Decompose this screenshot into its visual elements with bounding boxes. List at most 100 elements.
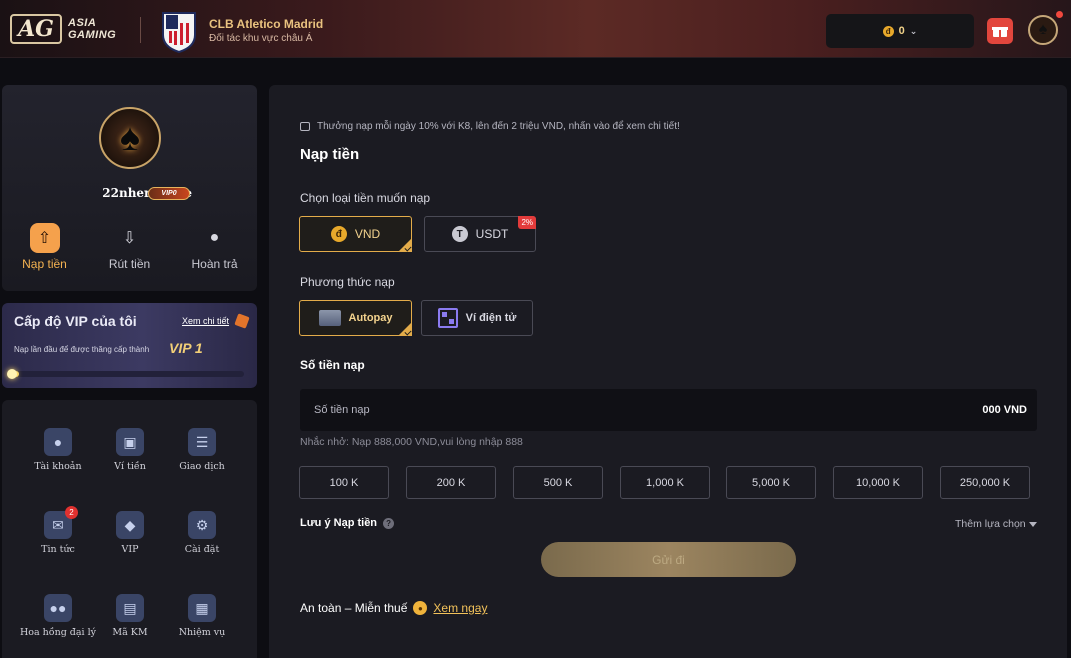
- wallet-icon: ▣: [116, 428, 144, 456]
- vip-details-link[interactable]: Xem chi tiết: [182, 316, 229, 326]
- rebate-action-label: Hoàn trả: [191, 257, 238, 271]
- vip-upgrade-tip: Nạp lần đầu để được thăng cấp thành: [14, 345, 150, 354]
- amount-section-label: Số tiền nạp: [300, 358, 365, 372]
- menu-news-label: Tin tức: [41, 544, 75, 555]
- menu-mission[interactable]: ▦ Nhiệm vụ: [162, 594, 242, 638]
- settings-icon: ⚙: [188, 511, 216, 539]
- account-menu: ● Tài khoản ▣ Ví tiền ☰ Giao dịch ✉ 2 Ti…: [2, 400, 257, 658]
- menu-mission-label: Nhiệm vụ: [178, 627, 226, 638]
- menu-news[interactable]: ✉ 2 Tin tức: [18, 506, 98, 555]
- usdt-coin-icon: T: [451, 226, 468, 242]
- withdraw-action-label: Rút tiền: [108, 257, 151, 271]
- balance-dropdown[interactable]: đ 0 ⌄: [826, 14, 974, 48]
- withdraw-action[interactable]: ⇩ Rút tiền: [87, 223, 172, 271]
- amount-input[interactable]: Số tiền nạp 000 VND: [300, 389, 1037, 431]
- profile-avatar: ♠: [99, 107, 161, 169]
- page-title: Nạp tiền: [300, 146, 360, 163]
- spade-icon: ♠: [119, 116, 141, 159]
- usdt-bonus-tag: 2%: [518, 216, 536, 229]
- brand-line-2: GAMING: [68, 29, 117, 41]
- vnd-coin-icon: đ: [330, 226, 347, 242]
- club-info: CLB Atletico Madrid Đối tác khu vực châu…: [209, 17, 323, 44]
- asia-gaming-logo[interactable]: AG ASIA GAMING: [10, 14, 116, 44]
- deposit-promo-banner[interactable]: Thưởng nạp mỗi ngày 10% với K8, lên đến …: [300, 121, 680, 132]
- method-autopay-label: Autopay: [348, 312, 393, 324]
- menu-account[interactable]: ● Tài khoản: [18, 428, 98, 472]
- amount-chip-250000k[interactable]: 250,000 K: [940, 466, 1030, 499]
- brand-line-1: ASIA: [68, 17, 97, 29]
- vip-next-level: VIP 1: [169, 340, 203, 356]
- menu-transactions-label: Giao dịch: [179, 461, 225, 472]
- vip-progress-bar: [10, 371, 244, 377]
- deposit-notes-label: Lưu ý Nạp tiền: [300, 517, 378, 529]
- amount-chip-10000k[interactable]: 10,000 K: [833, 466, 923, 499]
- coin-icon: đ: [882, 25, 894, 37]
- vip-diamond-icon: ◆: [116, 511, 144, 539]
- vip-card: Cấp độ VIP của tôi Xem chi tiết Nạp lần …: [2, 303, 257, 388]
- club-name: CLB Atletico Madrid: [209, 17, 324, 31]
- method-option-autopay[interactable]: Autopay: [299, 300, 412, 336]
- menu-wallet-label: Ví tiền: [114, 461, 146, 472]
- amount-chip-1000k[interactable]: 1,000 K: [620, 466, 710, 499]
- caret-down-icon: [1028, 521, 1037, 527]
- amount-unit: 000 VND: [982, 404, 1027, 416]
- rebate-icon: ●: [209, 229, 220, 246]
- menu-vip-label: VIP: [121, 544, 139, 555]
- message-icon: [300, 122, 310, 131]
- agent-icon: ●●: [44, 594, 72, 622]
- gift-box-button[interactable]: [987, 18, 1013, 44]
- amount-chip-200k[interactable]: 200 K: [406, 466, 496, 499]
- deposit-action[interactable]: ⇧ Nạp tiền: [2, 223, 87, 271]
- amount-placeholder: Số tiền nạp: [314, 404, 370, 416]
- currency-section-label: Chọn loại tiền muốn nạp: [300, 191, 431, 205]
- mission-icon: ▦: [188, 594, 216, 622]
- safe-text: An toàn – Miễn thuế: [300, 601, 408, 615]
- news-count-badge: 2: [65, 506, 78, 519]
- menu-account-label: Tài khoản: [34, 461, 82, 472]
- menu-settings[interactable]: ⚙ Cài đặt: [162, 511, 242, 555]
- safe-tax-free-banner: An toàn – Miễn thuế ● Xem ngay: [300, 601, 487, 615]
- selected-check-icon: [398, 238, 412, 252]
- menu-transactions[interactable]: ☰ Giao dịch: [162, 428, 242, 472]
- gift-icon: [992, 27, 1008, 37]
- notification-dot: [1056, 11, 1063, 18]
- menu-coupon[interactable]: ▤ Mã KM: [90, 594, 170, 638]
- help-icon[interactable]: ?: [383, 517, 395, 529]
- submit-button[interactable]: Gửi đi: [541, 542, 796, 577]
- header-divider: [140, 17, 141, 43]
- more-options-toggle[interactable]: Thêm lựa chọn: [955, 518, 1037, 530]
- currency-usdt-label: USDT: [475, 227, 509, 241]
- amount-chip-100k[interactable]: 100 K: [299, 466, 389, 499]
- amount-chip-5000k[interactable]: 5,000 K: [726, 466, 816, 499]
- currency-option-usdt[interactable]: T USDT 2%: [424, 216, 536, 252]
- deposit-hint: Nhắc nhở: Nạp 888,000 VND,vui lòng nhập …: [300, 436, 523, 448]
- menu-vip[interactable]: ◆ VIP: [90, 511, 170, 555]
- chevron-down-icon: ⌄: [909, 25, 918, 36]
- method-option-ewallet[interactable]: Ví điện tử: [421, 300, 533, 336]
- user-avatar-button[interactable]: ♠: [1028, 15, 1058, 45]
- quick-actions: ⇧ Nạp tiền ⇩ Rút tiền ● Hoàn trả: [2, 223, 257, 271]
- profile-card: ♠ 22nhermione VIP0 ⇧ Nạp tiền ⇩ Rút tiền…: [2, 85, 257, 291]
- more-options-label: Thêm lựa chọn: [955, 518, 1026, 530]
- method-ewallet-label: Ví điện tử: [465, 312, 517, 324]
- balance-value: 0: [898, 25, 905, 37]
- rebate-action[interactable]: ● Hoàn trả: [172, 223, 257, 271]
- top-header: AG ASIA GAMING CLB Atletico Madrid Đối t…: [0, 0, 1071, 58]
- club-subtitle: Đối tác khu vực châu Á: [209, 33, 313, 44]
- view-now-link[interactable]: Xem ngay: [433, 601, 487, 615]
- deposit-panel: Thưởng nạp mỗi ngày 10% với K8, lên đến …: [269, 85, 1067, 658]
- menu-wallet[interactable]: ▣ Ví tiền: [90, 428, 170, 472]
- currency-option-vnd[interactable]: đ VND: [299, 216, 412, 252]
- ag-mark: AG: [10, 14, 62, 44]
- menu-agent[interactable]: ●● Hoa hồng đại lý: [18, 594, 98, 638]
- monitor-icon: [318, 310, 341, 326]
- amount-chip-500k[interactable]: 500 K: [513, 466, 603, 499]
- vip-level-badge: VIP0: [148, 187, 190, 200]
- method-section-label: Phương thức nạp: [300, 275, 395, 289]
- deposit-action-label: Nạp tiền: [22, 257, 67, 271]
- menu-coupon-label: Mã KM: [112, 627, 148, 638]
- spade-icon: ♠: [1038, 21, 1048, 38]
- atletico-crest-icon: [162, 12, 196, 53]
- coupon-icon: ▤: [116, 594, 144, 622]
- vip-progress-marker: [7, 369, 17, 379]
